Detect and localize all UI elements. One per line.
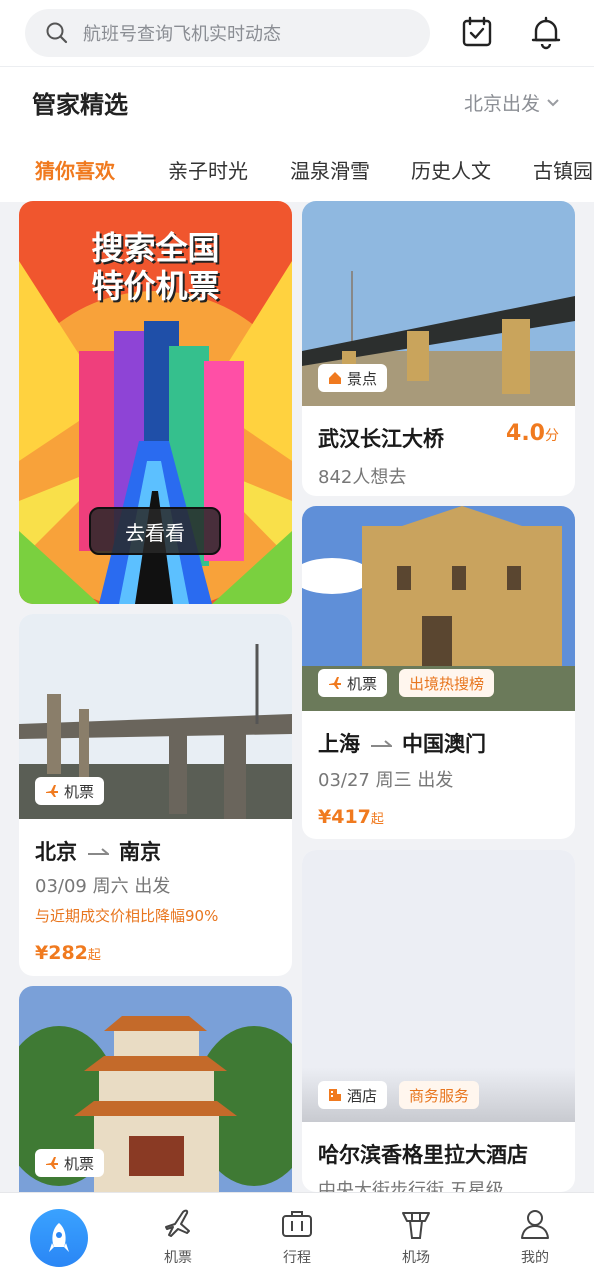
selection-header: 管家精选 北京出发 猜你喜欢 亲子时光 温泉滑雪 历史人文 古镇园 (0, 66, 594, 202)
route-arrow-icon (371, 740, 392, 747)
home-button[interactable] (30, 1209, 88, 1267)
flight-badge-label: 机票 (64, 1154, 95, 1173)
flight-badge-label: 机票 (347, 674, 378, 693)
bottom-navigation: 机票 行程 机场 我的 (0, 1192, 594, 1280)
search-input[interactable]: 航班号查询飞机实时动态 (25, 9, 430, 57)
flight-price: ¥417起 (318, 806, 384, 828)
go-see-button[interactable]: 去看看 (89, 507, 221, 555)
hotel-title: 哈尔滨香格里拉大酒店 (318, 1143, 528, 1167)
route-destination: 南京 (119, 840, 161, 864)
building-icon (329, 1089, 341, 1101)
top-bar: 航班号查询飞机实时动态 (0, 0, 594, 66)
flight-price: ¥282起 (35, 942, 101, 964)
promo-banner-card[interactable]: 搜索全国 特价机票 去看看 (19, 201, 292, 604)
nav-flights[interactable]: 机票 (138, 1207, 218, 1267)
departure-city: 北京出发 (463, 93, 540, 115)
flight-card-shanghai-macau[interactable]: 机票 出境热搜榜 上海 中国澳门 03/27 周三 出发 ¥417起 (302, 506, 575, 839)
plane-icon (329, 677, 341, 689)
nav-flights-label: 机票 (164, 1250, 192, 1266)
calendar-check-icon[interactable] (459, 14, 495, 50)
attraction-badge-label: 景点 (347, 369, 378, 388)
flight-badge: 机票 (35, 1149, 105, 1177)
house-icon (329, 372, 341, 384)
tab-family-time[interactable]: 亲子时光 (168, 155, 248, 184)
attraction-score-unit: 分 (545, 428, 559, 444)
route-arrow-icon (88, 848, 109, 855)
flight-route: 上海 中国澳门 (318, 728, 486, 758)
tab-history-culture[interactable]: 历史人文 (411, 155, 491, 184)
flight-badge-label: 机票 (64, 782, 95, 801)
flight-price-unit: 起 (87, 948, 101, 963)
flight-route: 北京 南京 (35, 836, 161, 866)
category-tabs: 猜你喜欢 亲子时光 温泉滑雪 历史人文 古镇园 (0, 155, 594, 195)
user-icon (521, 1210, 549, 1239)
attraction-score: 4.0分 (506, 421, 559, 446)
flight-card-pagoda[interactable]: 机票 (19, 986, 292, 1192)
plane-icon (46, 1157, 58, 1169)
briefcase-icon (282, 1211, 312, 1237)
nav-trips-label: 行程 (283, 1250, 311, 1266)
departure-city-selector[interactable]: 北京出发 (464, 89, 560, 116)
route-origin: 上海 (318, 732, 360, 756)
search-placeholder: 航班号查询飞机实时动态 (83, 24, 281, 45)
price-drop-tip: 与近期成交价相比降幅90% (35, 907, 219, 925)
nav-airport-label: 机场 (402, 1250, 430, 1266)
promo-headline-line1: 搜索全国 (91, 229, 220, 267)
hotel-badge: 酒店 (318, 1081, 388, 1109)
hotel-badge-label: 酒店 (347, 1086, 378, 1105)
nav-trips[interactable]: 行程 (257, 1207, 337, 1267)
hotel-card-harbin-shangri-la[interactable]: 酒店 商务服务 哈尔滨香格里拉大酒店 中央大街步行街 五星级 (302, 850, 575, 1192)
flight-price-unit: 起 (370, 812, 384, 827)
attraction-want-count: 842人想去 (318, 467, 407, 488)
attraction-card-wuhan-bridge[interactable]: 景点 武汉长江大桥 4.0分 842人想去 (302, 201, 575, 496)
hotel-location: 中央大街步行街 五星级 (318, 1180, 504, 1192)
flight-price-value: ¥282 (35, 942, 88, 964)
attraction-score-value: 4.0 (506, 421, 545, 446)
plane-icon (46, 785, 58, 797)
nav-mine[interactable]: 我的 (495, 1207, 575, 1267)
tab-hot-spring-ski[interactable]: 温泉滑雪 (290, 155, 370, 184)
attraction-title: 武汉长江大桥 (318, 427, 444, 451)
flight-card-beijing-nanjing[interactable]: 机票 北京 南京 03/09 周六 出发 与近期成交价相比降幅90% ¥282起 (19, 614, 292, 976)
rocket-icon (49, 1223, 69, 1252)
search-icon (46, 22, 68, 44)
flight-badge: 机票 (318, 669, 388, 697)
route-destination: 中国澳门 (402, 732, 486, 756)
nav-airport[interactable]: 机场 (376, 1207, 456, 1267)
tab-ancient-town[interactable]: 古镇园 (533, 155, 593, 184)
plane-icon (165, 1209, 190, 1237)
flight-badge: 机票 (35, 777, 105, 805)
bell-icon[interactable] (528, 14, 564, 50)
nav-mine-label: 我的 (521, 1250, 549, 1266)
control-tower-icon (402, 1212, 430, 1239)
section-title: 管家精选 (32, 91, 128, 119)
attraction-badge: 景点 (318, 364, 388, 392)
flight-price-value: ¥417 (318, 806, 371, 828)
hot-search-badge: 出境热搜榜 (399, 669, 495, 697)
flight-date: 03/27 周三 出发 (318, 770, 454, 791)
chevron-down-icon (547, 98, 559, 106)
flight-date: 03/09 周六 出发 (35, 876, 171, 897)
promo-headline-line2: 特价机票 (91, 267, 220, 305)
tab-guess-you-like[interactable]: 猜你喜欢 (35, 155, 115, 184)
promo-headline: 搜索全国 特价机票 (19, 229, 292, 305)
route-origin: 北京 (35, 840, 77, 864)
business-service-badge: 商务服务 (399, 1081, 480, 1109)
